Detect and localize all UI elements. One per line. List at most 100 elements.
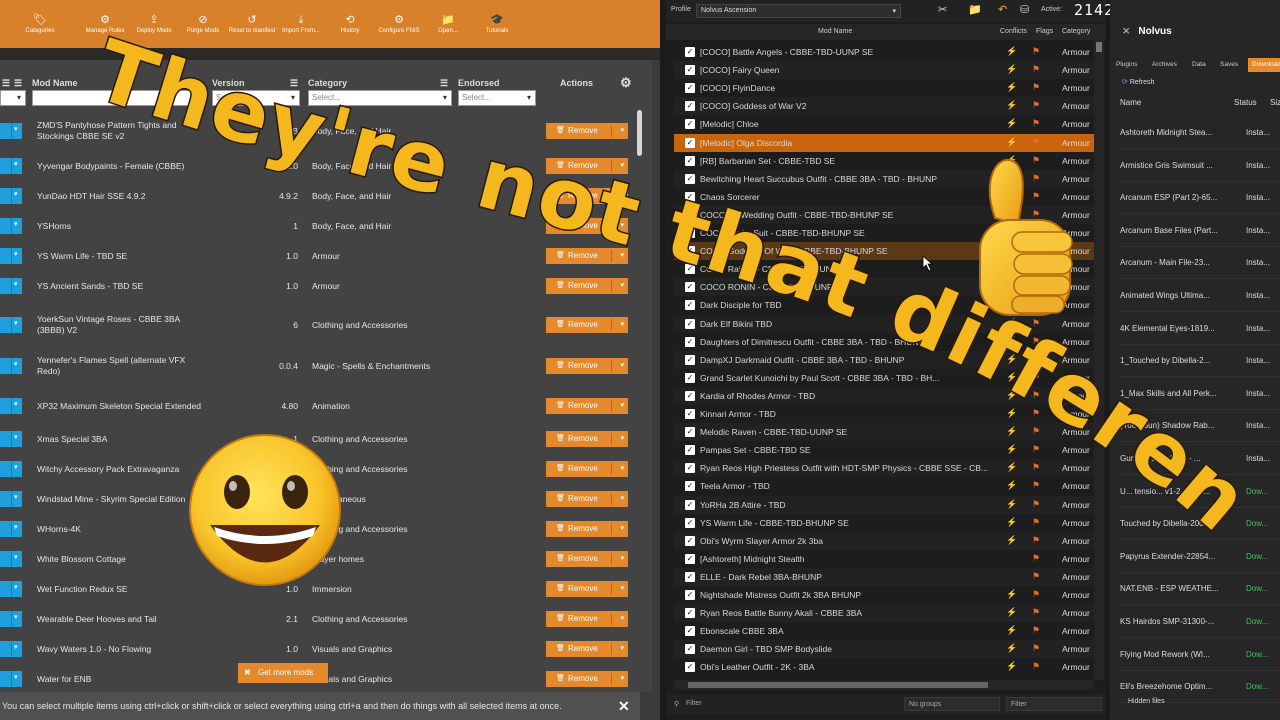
remove-button[interactable]: Remove bbox=[546, 248, 628, 264]
enable-checkbox[interactable]: ✓ bbox=[685, 481, 695, 492]
enable-checkbox[interactable]: ✓ bbox=[685, 282, 695, 293]
remove-button[interactable]: Remove bbox=[546, 398, 628, 414]
remove-button[interactable]: Remove bbox=[546, 611, 628, 627]
enable-toggle[interactable]: ▾ bbox=[0, 641, 22, 657]
download-row[interactable]: 1_Touched by Dibella-2...Insta...73 bbox=[1120, 345, 1280, 378]
table-row[interactable]: ▾ Witchy Accessory Pack Extravaganza Cloth… bbox=[0, 454, 640, 484]
mod-list-row[interactable]: ✓ Daughters of Dimitrescu Outfit - CBBE 3… bbox=[674, 333, 1094, 351]
enable-toggle[interactable]: ▾ bbox=[0, 521, 22, 537]
toolbar-button-8[interactable]: 📁 Open... bbox=[424, 0, 472, 48]
enable-toggle[interactable]: ▾ bbox=[0, 398, 22, 414]
download-row[interactable]: KS Hairdos SMP-31300-...Dow...71 bbox=[1120, 606, 1280, 638]
remove-button[interactable]: Remove bbox=[546, 317, 628, 333]
col-flags[interactable]: Flags bbox=[1036, 28, 1053, 35]
enable-checkbox[interactable]: ✓ bbox=[685, 47, 695, 57]
enable-checkbox[interactable]: ✓ bbox=[685, 155, 695, 166]
column-header-endorsed[interactable]: Endorsed bbox=[458, 78, 500, 90]
get-more-mods-button[interactable]: ✖ Get more mods bbox=[238, 663, 328, 683]
remove-button[interactable]: Remove bbox=[546, 671, 628, 687]
scroll-thumb[interactable] bbox=[1096, 42, 1102, 52]
download-row[interactable]: Flying Mod Rework (WI...Dow...66 bbox=[1120, 639, 1280, 671]
refresh-button[interactable]: ⟳ Refresh bbox=[1122, 78, 1154, 86]
enable-toggle[interactable]: ▾ bbox=[0, 491, 22, 507]
download-row[interactable]: Arcanum ESP (Part 2)-65...Insta...69 bbox=[1120, 182, 1280, 215]
profile-select[interactable]: Nolvus Ascension ▾ bbox=[696, 4, 901, 18]
enable-checkbox[interactable]: ✓ bbox=[685, 246, 695, 257]
download-row[interactable]: Ashtoreth Midnight Stea...Insta...13 bbox=[1120, 117, 1280, 149]
toolbar-button-9[interactable]: 🎓 Tutorials bbox=[473, 0, 521, 48]
mod-list-row[interactable]: ✓ Pampas Set - CBBE-TBD SE ⚡ ⚑ Armour bbox=[674, 441, 1094, 459]
remove-button[interactable]: Remove bbox=[546, 641, 628, 657]
enable-checkbox[interactable]: ✓ bbox=[685, 173, 695, 184]
enable-checkbox[interactable]: ✓ bbox=[685, 191, 695, 202]
table-row[interactable]: ▾ YS Ancient Sands - TBD SE 1.0 Armour Remov… bbox=[0, 271, 640, 301]
enable-checkbox[interactable]: ✓ bbox=[685, 463, 695, 474]
remove-button[interactable]: Remove bbox=[546, 551, 628, 567]
remove-button[interactable]: Remove bbox=[546, 158, 628, 174]
tools-icon[interactable]: ✂ bbox=[938, 3, 947, 16]
filter-endorsed-select[interactable]: Select... ▾ bbox=[458, 90, 536, 106]
mod-list-row[interactable]: ✓ [RB] Barbarian Set - CBBE-TBD SE ⚡ ⚑ Armou… bbox=[674, 152, 1094, 170]
mod-list-row[interactable]: ✓ COCO Asuka Suit - CBBE-TBD-BHUNP SE ⚡ ⚑ Ar… bbox=[674, 224, 1094, 242]
table-row[interactable]: ▾ White Blossom Cottage Player homes Remove bbox=[0, 544, 640, 574]
enable-checkbox[interactable]: ✓ bbox=[685, 228, 695, 238]
enable-toggle[interactable]: ▾ bbox=[0, 461, 22, 477]
download-row[interactable]: NAT.ENB - ESP WEATHE...Dow...11 bbox=[1120, 573, 1280, 606]
undo-icon[interactable]: ↶ bbox=[998, 3, 1007, 16]
col-status[interactable]: Status bbox=[1234, 98, 1257, 107]
filter-mod-name-input[interactable] bbox=[32, 90, 206, 106]
download-row[interactable]: Arcanum - Main File-23...Insta...51 bbox=[1120, 247, 1280, 280]
enable-checkbox[interactable]: ✓ bbox=[685, 553, 695, 564]
mod-list-row[interactable]: ✓ [COCO] Battle Angels - CBBE-TBD-UUNP SE… bbox=[674, 43, 1094, 61]
filter-enabled-select[interactable]: ▾ bbox=[0, 90, 26, 106]
gear-icon[interactable]: ⚙ bbox=[620, 75, 632, 90]
mod-list-row[interactable]: ✓ Dark Elf Bikini TBD ⚡ ⚑ Armour bbox=[674, 314, 1094, 333]
mod-list-row[interactable]: ✓ COCO Raikou - CBBE-TBD-BHUNP SE ⚡ ⚑ Armour bbox=[674, 260, 1094, 278]
close-icon[interactable]: ✕ bbox=[618, 692, 630, 720]
tab-archives[interactable]: Archives bbox=[1152, 58, 1177, 72]
hidden-files-label[interactable]: Hidden files bbox=[1128, 698, 1165, 705]
mo2-vscroll[interactable] bbox=[1094, 40, 1104, 680]
download-row[interactable]: Animated Wings Ultima...Insta...12 bbox=[1120, 280, 1280, 312]
toolbar-button-7[interactable]: ⚙ Configure FNIS bbox=[375, 0, 423, 48]
mod-list-row[interactable]: ✓ Chaos Sorcerer ⚡ ⚑ Armour bbox=[674, 188, 1094, 206]
enable-checkbox[interactable]: ✓ bbox=[685, 590, 695, 600]
toolbar-button-1[interactable]: ⚙ Manage Rules bbox=[81, 0, 129, 48]
mod-list-row[interactable]: ✓ [COCO] FlyinDance ⚡ ⚑ Armour bbox=[674, 79, 1094, 97]
mod-list-row[interactable]: ✓ DampXJ Darkmaid Outfit - CBBE 3BA - TBD… bbox=[674, 350, 1094, 369]
mod-list-row[interactable]: ✓ COCO Goddess Of War - CBBE-TBD-BHUNP SE… bbox=[674, 242, 1094, 261]
table-row[interactable]: ▾ Xmas Special 3BA 1 Clothing and Accessori… bbox=[0, 424, 640, 454]
enable-toggle[interactable]: ▾ bbox=[0, 431, 22, 447]
enable-toggle[interactable]: ▾ bbox=[0, 611, 22, 627]
mod-list-row[interactable]: ✓ COCO 2B Wedding Outfit - CBBE-TBD-BHUNP… bbox=[674, 205, 1094, 224]
table-row[interactable]: ▾ ZMD'S Pantyhose Pattern Tights and Stoc… bbox=[0, 116, 640, 146]
enable-checkbox[interactable]: ✓ bbox=[685, 644, 695, 655]
enable-checkbox[interactable]: ✓ bbox=[685, 390, 695, 401]
remove-button[interactable]: Remove bbox=[546, 218, 628, 234]
enable-toggle[interactable]: ▾ bbox=[0, 278, 22, 294]
enable-checkbox[interactable]: ✓ bbox=[685, 517, 695, 528]
download-row[interactable]: U... tensio... v1-2-0-175...Dow...45 bbox=[1120, 476, 1280, 508]
mod-list-row[interactable]: ✓ [Ashtoreth] Midnight Stealth ⚑ Armour bbox=[674, 550, 1094, 568]
enable-checkbox[interactable]: ✓ bbox=[685, 264, 695, 275]
download-row[interactable]: Touched by Dibella-200...Dow...73 bbox=[1120, 508, 1280, 541]
mod-list-row[interactable]: ✓ [Melodic] Olga Discordia ⚡ ⚑ Armour bbox=[674, 133, 1094, 152]
enable-toggle[interactable]: ▾ bbox=[0, 188, 22, 204]
scrollbar-thumb[interactable] bbox=[637, 110, 642, 156]
folder-icon[interactable]: 📁 bbox=[968, 3, 982, 16]
table-row[interactable]: ▾ YunDao HDT Hair SSE 4.9.2 4.9.2 Body, Fac… bbox=[0, 181, 640, 211]
table-row[interactable]: ▾ Yennefer's Flames Spell (alternate VFX … bbox=[0, 348, 640, 384]
enable-checkbox[interactable]: ✓ bbox=[685, 571, 695, 582]
toolbar-button-6[interactable]: ⟲ History bbox=[326, 0, 374, 48]
mod-list-row[interactable]: ✓ Obi's Leather Outfit - 2K - 3BA ⚡ ⚑ Armour bbox=[674, 658, 1094, 676]
col-conflicts[interactable]: Conflicts bbox=[1000, 28, 1027, 35]
groups-select[interactable]: No groups bbox=[904, 697, 1000, 711]
download-row[interactable]: (YoerkSun) Shadow Rab...Insta...32 bbox=[1120, 410, 1280, 443]
remove-button[interactable]: Remove bbox=[546, 358, 628, 374]
filter2-input[interactable]: Filter bbox=[1006, 697, 1102, 711]
table-row[interactable]: ▾ YoerkSun Vintage Roses - CBBE 3BA (3BBB… bbox=[0, 307, 640, 343]
download-row[interactable]: 4K Elemental Eyes-1819...Insta...99 bbox=[1120, 313, 1280, 345]
mod-list-row[interactable]: ✓ COCO RONIN - CBBE-TBD-UUNP SE ⚡ ⚑ Armour bbox=[674, 278, 1094, 297]
enable-checkbox[interactable]: ✓ bbox=[685, 409, 695, 419]
column-header-category[interactable]: Category bbox=[308, 78, 347, 90]
